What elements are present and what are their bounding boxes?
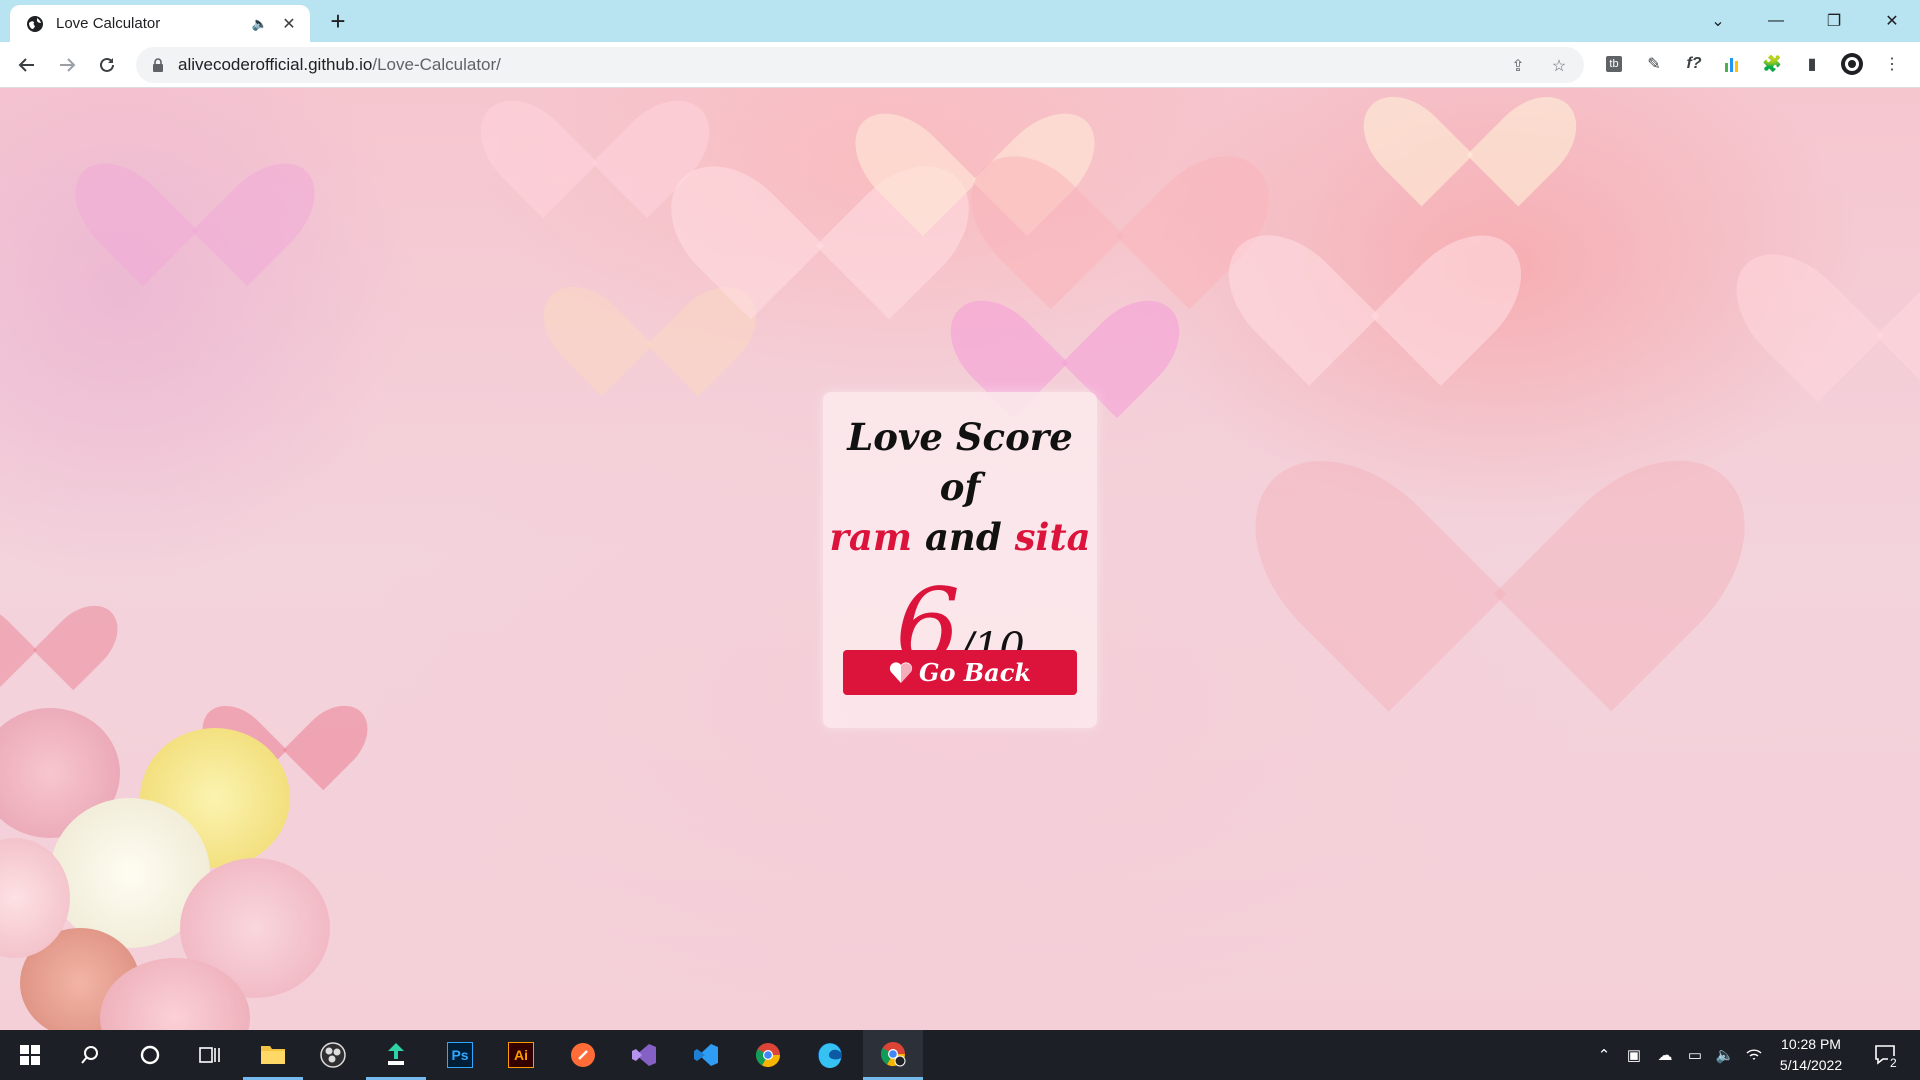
obs-icon <box>320 1042 346 1068</box>
browser-toolbar: alivecoderofficial.github.io/Love-Calcul… <box>0 42 1920 88</box>
score-heading-line2: ram and sita <box>823 512 1097 562</box>
url-path: /Love-Calculator/ <box>372 55 501 74</box>
postman-button[interactable] <box>553 1030 613 1080</box>
second-name: sita <box>1014 515 1091 559</box>
flower-bouquet-image <box>0 688 340 1030</box>
back-button[interactable] <box>12 50 42 80</box>
analytics-extension-icon[interactable] <box>1720 52 1744 76</box>
task-view-icon <box>199 1047 220 1063</box>
page-background: Love Score of ram and sita 6/10 Go Back <box>0 88 1920 1030</box>
lock-icon[interactable] <box>152 58 164 72</box>
side-panel-icon[interactable]: ▮ <box>1800 52 1824 76</box>
heart-decoration <box>1790 188 1920 368</box>
clock-date: 5/14/2022 <box>1779 1057 1843 1073</box>
photoshop-icon: Ps <box>447 1042 473 1068</box>
heart-decoration <box>1280 168 1470 348</box>
file-explorer-button[interactable] <box>243 1030 303 1080</box>
minimize-button[interactable]: — <box>1748 0 1804 42</box>
menu-kebab-icon[interactable]: ⋮ <box>1880 52 1904 76</box>
puzzle-extensions-icon[interactable]: 🧩 <box>1760 52 1784 76</box>
obs-button[interactable] <box>303 1030 363 1080</box>
vscode-icon <box>694 1044 718 1066</box>
address-bar[interactable]: alivecoderofficial.github.io/Love-Calcul… <box>136 47 1584 83</box>
app-button[interactable] <box>366 1030 426 1080</box>
heart-decoration <box>1020 88 1220 268</box>
edge-icon <box>818 1043 842 1068</box>
heart-decoration <box>990 248 1140 388</box>
url-host: alivecoderofficial.github.io <box>178 55 373 74</box>
visual-studio-button[interactable] <box>614 1030 674 1080</box>
action-center-button[interactable]: 2 <box>1866 1030 1906 1080</box>
clock-time: 10:28 PM <box>1781 1036 1841 1052</box>
browser-tab[interactable]: Love Calculator 🔈 ✕ <box>10 5 310 42</box>
visual-studio-icon <box>632 1044 656 1066</box>
windows-taskbar: Ps Ai ⌃ ▣ ☁ ▭ 🔈 10:28 PM 5/14/2022 2 <box>0 1030 1920 1080</box>
new-tab-button[interactable]: + <box>324 8 352 36</box>
heart-decoration <box>0 568 90 668</box>
file-explorer-icon <box>261 1045 285 1064</box>
bookmark-star-icon[interactable]: ☆ <box>1549 56 1569 76</box>
love-score-card: Love Score of ram and sita 6/10 Go Back <box>823 392 1097 728</box>
color-picker-extension-icon[interactable]: ✎ <box>1642 52 1666 76</box>
vscode-button[interactable] <box>676 1030 736 1080</box>
chrome-profile-icon <box>880 1041 906 1066</box>
search-icon <box>81 1046 98 1064</box>
globe-icon <box>27 15 43 32</box>
battery-icon[interactable]: ▭ <box>1682 1030 1708 1080</box>
heart-icon <box>889 661 913 683</box>
close-tab-icon[interactable]: ✕ <box>278 14 300 34</box>
speaker-icon[interactable]: 🔈 <box>252 16 268 32</box>
cortana-button[interactable] <box>120 1030 180 1080</box>
restore-button[interactable]: ❐ <box>1806 0 1862 42</box>
extension-tb-icon[interactable]: tb <box>1602 52 1626 76</box>
chrome-button[interactable] <box>738 1030 798 1080</box>
start-button[interactable] <box>0 1030 60 1080</box>
forward-button[interactable] <box>52 50 82 80</box>
edge-button[interactable] <box>800 1030 860 1080</box>
wifi-icon[interactable] <box>1742 1030 1766 1080</box>
back-arrow-icon <box>18 58 34 72</box>
chrome-icon <box>755 1043 780 1068</box>
illustrator-button[interactable]: Ai <box>491 1030 551 1080</box>
heart-decoration <box>520 88 670 188</box>
illustrator-icon: Ai <box>508 1042 534 1068</box>
tab-search-icon[interactable]: ⌄ <box>1690 0 1746 42</box>
show-hidden-icons-chevron[interactable]: ⌃ <box>1592 1030 1616 1080</box>
share-icon[interactable]: ⇪ <box>1508 56 1528 76</box>
reload-button[interactable] <box>92 50 122 80</box>
chrome-profile-button[interactable] <box>863 1030 923 1080</box>
notification-count: 2 <box>1888 1056 1899 1070</box>
go-back-button[interactable]: Go Back <box>843 650 1077 695</box>
windows-logo-icon <box>20 1045 40 1065</box>
volume-icon[interactable]: 🔈 <box>1712 1030 1738 1080</box>
tab-strip: Love Calculator 🔈 ✕ + ⌄ — ❐ ✕ <box>0 0 1920 42</box>
taskbar-clock[interactable]: 10:28 PM 5/14/2022 <box>1766 1034 1856 1076</box>
app-icon <box>388 1042 404 1065</box>
cortana-icon <box>140 1045 160 1065</box>
go-back-label: Go Back <box>919 658 1031 687</box>
reload-icon <box>100 57 114 72</box>
heart-decoration <box>1340 348 1660 648</box>
and-word: and <box>924 515 1002 559</box>
onedrive-cloud-icon[interactable]: ☁ <box>1652 1030 1678 1080</box>
heart-decoration <box>120 108 270 258</box>
photoshop-button[interactable]: Ps <box>430 1030 490 1080</box>
forward-arrow-icon <box>60 58 76 72</box>
font-extension-icon[interactable]: f? <box>1682 52 1706 76</box>
profile-avatar[interactable] <box>1840 52 1864 76</box>
score-heading: Love Score of ram and sita <box>823 412 1097 562</box>
search-button[interactable] <box>60 1030 120 1080</box>
tab-title: Love Calculator <box>56 15 161 32</box>
score-heading-line1: Love Score of <box>847 415 1073 509</box>
close-window-button[interactable]: ✕ <box>1864 0 1920 42</box>
heart-decoration <box>1400 88 1540 178</box>
meet-now-icon[interactable]: ▣ <box>1622 1030 1646 1080</box>
first-name: ram <box>829 515 913 559</box>
postman-icon <box>571 1043 595 1067</box>
task-view-button[interactable] <box>180 1030 240 1080</box>
